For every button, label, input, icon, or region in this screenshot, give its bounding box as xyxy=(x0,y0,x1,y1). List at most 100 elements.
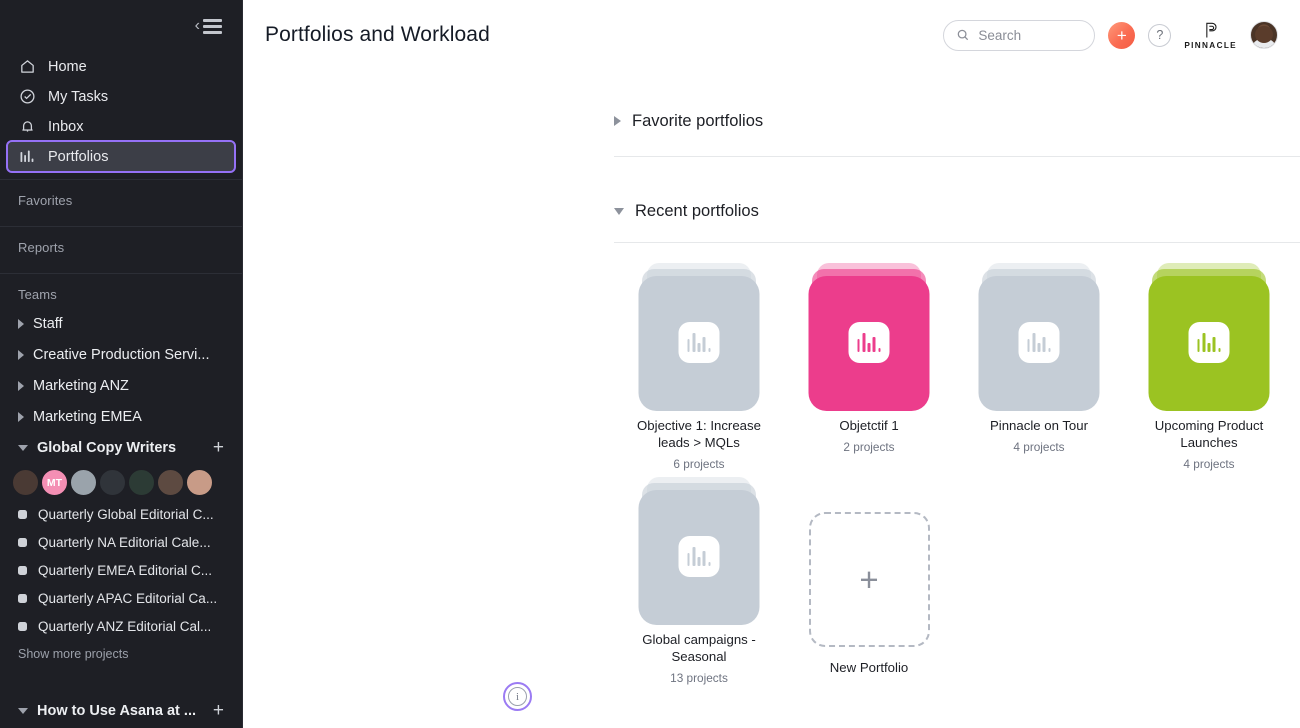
new-portfolio-card[interactable]: + New Portfolio xyxy=(784,499,954,685)
sidebar-project-label: Quarterly Global Editorial C... xyxy=(38,506,214,522)
sidebar-project-label: Quarterly EMEA Editorial C... xyxy=(38,562,213,578)
chevron-right-icon xyxy=(18,318,24,329)
portfolio-card-projects: 4 projects xyxy=(1013,440,1065,454)
sidebar-team-global-copy-writers[interactable]: Global Copy Writers + xyxy=(0,432,242,463)
pinnacle-wordmark: PINNACLE xyxy=(1184,41,1237,50)
info-button[interactable]: i xyxy=(503,682,532,711)
sidebar-project-label: Quarterly NA Editorial Cale... xyxy=(38,534,211,550)
portfolio-card-title: Objetctif 1 xyxy=(839,418,899,433)
search-placeholder: Search xyxy=(978,27,1022,43)
app-root: ‹ Home My Tasks Inbox Portfolios Favorit… xyxy=(0,0,1300,728)
avatar[interactable] xyxy=(128,469,155,496)
user-avatar[interactable] xyxy=(1250,21,1278,49)
topbar: Portfolios and Workload Search + ? PINNA… xyxy=(243,0,1300,70)
collapse-sidebar-button[interactable]: ‹ xyxy=(195,18,222,34)
chevron-right-icon xyxy=(18,349,24,360)
sidebar-item-portfolios[interactable]: Portfolios xyxy=(6,140,236,173)
chevron-down-icon xyxy=(18,707,28,714)
chevron-left-icon: ‹ xyxy=(194,17,200,34)
portfolio-card-projects: 2 projects xyxy=(843,440,895,454)
hamburger-icon xyxy=(203,18,222,34)
portfolio-card-title: Objective 1: Increase leads > MQLs xyxy=(637,418,761,450)
sidebar-project-item[interactable]: Quarterly ANZ Editorial Cal... xyxy=(0,612,242,640)
project-dot-icon xyxy=(18,593,27,603)
sidebar-team-label: Creative Production Servi... xyxy=(33,346,210,363)
section-favorite-portfolios: Favorite portfolios xyxy=(614,104,1300,157)
sidebar-project-label: Quarterly ANZ Editorial Cal... xyxy=(38,618,212,634)
sidebar-team-how-to-use-asana[interactable]: How to Use Asana at ... + xyxy=(0,695,242,726)
section-divider xyxy=(614,156,1300,157)
show-more-projects-link[interactable]: Show more projects xyxy=(0,640,242,661)
chart-bars-icon xyxy=(678,536,720,577)
sidebar-team-staff[interactable]: Staff xyxy=(0,308,242,339)
chart-bars-icon xyxy=(18,148,36,166)
section-header-recent[interactable]: Recent portfolios xyxy=(614,194,1300,228)
sidebar-section-reports[interactable]: Reports xyxy=(0,227,242,264)
avatar[interactable] xyxy=(70,469,97,496)
add-project-icon[interactable]: + xyxy=(213,701,224,720)
section-header-favorite[interactable]: Favorite portfolios xyxy=(614,104,1300,138)
sidebar-item-home[interactable]: Home xyxy=(8,52,234,81)
section-recent-portfolios: Recent portfolios Objective 1: Increase … xyxy=(614,194,1300,691)
avatar[interactable] xyxy=(157,469,184,496)
section-title: Favorite portfolios xyxy=(632,111,764,130)
sidebar-project-item[interactable]: Quarterly APAC Editorial Ca... xyxy=(0,584,242,612)
section-title: Recent portfolios xyxy=(635,201,759,220)
portfolio-card-art xyxy=(614,477,784,625)
chevron-down-icon xyxy=(614,207,624,215)
plus-icon: + xyxy=(808,512,930,647)
avatar[interactable] xyxy=(99,469,126,496)
pinnacle-logo[interactable]: PINNACLE xyxy=(1184,20,1237,50)
portfolio-card-projects: 4 projects xyxy=(1183,457,1235,471)
add-project-icon[interactable]: + xyxy=(213,438,224,457)
add-button[interactable]: + xyxy=(1108,21,1136,49)
portfolio-card-grid: Objective 1: Increase leads > MQLs 6 pro… xyxy=(614,243,1300,691)
project-dot-icon xyxy=(18,565,27,575)
info-icon: i xyxy=(508,687,527,706)
sidebar-project-item[interactable]: Quarterly Global Editorial C... xyxy=(0,500,242,528)
sidebar-section-favorites[interactable]: Favorites xyxy=(0,180,242,217)
new-portfolio-label: New Portfolio xyxy=(829,660,909,675)
portfolio-card[interactable]: Upcoming Product Launches 4 projects xyxy=(1124,263,1294,471)
sidebar-team-marketing-anz[interactable]: Marketing ANZ xyxy=(0,370,242,401)
search-input[interactable]: Search xyxy=(943,19,1096,51)
portfolio-card-art xyxy=(954,263,1124,411)
sidebar-team-marketing-emea[interactable]: Marketing EMEA xyxy=(0,401,242,432)
sidebar-team-label: Global Copy Writers xyxy=(37,439,177,456)
portfolio-card-art xyxy=(1124,263,1294,411)
portfolio-card-projects: 6 projects xyxy=(673,457,725,471)
portfolio-card-title: Global campaigns - Seasonal xyxy=(642,632,756,664)
sidebar-team-label: Marketing ANZ xyxy=(33,377,129,394)
project-dot-icon xyxy=(18,509,27,519)
portfolio-card[interactable]: Global campaigns - Seasonal 13 projects xyxy=(614,477,784,685)
portfolio-card[interactable]: Pinnacle on Tour 4 projects xyxy=(954,263,1124,471)
chevron-right-icon xyxy=(614,116,621,126)
sidebar-team-creative-production[interactable]: Creative Production Servi... xyxy=(0,339,242,370)
avatar[interactable]: MT xyxy=(41,469,68,496)
sidebar-project-item[interactable]: Quarterly NA Editorial Cale... xyxy=(0,528,242,556)
team-member-avatars: MT xyxy=(0,463,242,500)
avatar[interactable] xyxy=(186,469,213,496)
portfolio-card-art xyxy=(784,263,954,411)
chevron-right-icon xyxy=(18,411,24,422)
sidebar-item-inbox[interactable]: Inbox xyxy=(8,112,234,141)
sidebar-project-item[interactable]: Quarterly EMEA Editorial C... xyxy=(0,556,242,584)
sidebar-section-teams: Teams xyxy=(18,287,57,302)
bell-icon xyxy=(18,118,36,136)
chevron-down-icon xyxy=(18,444,28,451)
sidebar-project-label: Quarterly APAC Editorial Ca... xyxy=(38,590,218,606)
sidebar-team-label: Staff xyxy=(33,315,63,332)
search-icon xyxy=(956,28,970,42)
portfolio-card-title: Upcoming Product Launches xyxy=(1154,418,1264,450)
portfolio-card[interactable]: Objective 1: Increase leads > MQLs 6 pro… xyxy=(614,263,784,471)
project-dot-icon xyxy=(18,621,27,631)
chart-bars-icon xyxy=(678,322,720,363)
sidebar-item-my-tasks[interactable]: My Tasks xyxy=(8,82,234,111)
portfolio-card[interactable]: Objetctif 1 2 projects xyxy=(784,263,954,471)
avatar[interactable] xyxy=(12,469,39,496)
sidebar-item-label: Inbox xyxy=(48,118,84,135)
help-button[interactable]: ? xyxy=(1148,23,1172,47)
chart-bars-icon xyxy=(1188,322,1230,363)
sidebar-primary-nav: Home My Tasks Inbox Portfolios xyxy=(0,52,242,173)
sidebar-item-label: My Tasks xyxy=(48,88,109,105)
